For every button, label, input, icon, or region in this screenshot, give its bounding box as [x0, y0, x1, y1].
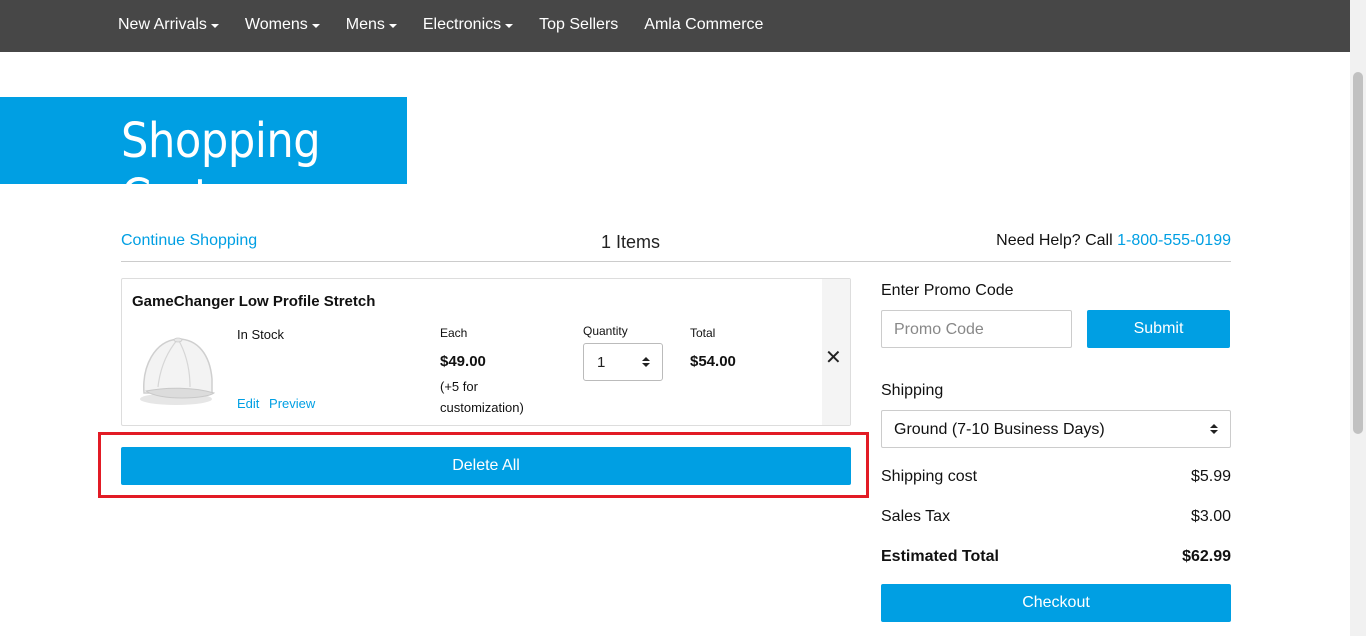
price-note: (+5 for customization) [440, 379, 524, 415]
nav-item-new-arrivals[interactable]: New Arrivals [118, 16, 219, 34]
estimated-total-label: Estimated Total [881, 548, 999, 565]
product-name: GameChanger Low Profile Stretch [132, 293, 376, 310]
help-prefix: Need Help? Call [996, 232, 1113, 249]
help-phone-link[interactable]: 1-800-555-0199 [1117, 232, 1231, 249]
each-label: Each [440, 326, 468, 340]
item-links: Edit Preview [237, 396, 321, 411]
sales-tax-label: Sales Tax [881, 508, 951, 525]
stock-status: In Stock [237, 327, 284, 342]
caret-down-icon [388, 23, 397, 28]
shipping-method-select[interactable]: Ground (7-10 Business Days) [881, 410, 1231, 448]
delete-all-button[interactable]: Delete All [121, 447, 851, 485]
nav-item-label: Womens [244, 16, 308, 33]
quantity-label: Quantity [583, 324, 628, 338]
scrollbar-thumb[interactable] [1353, 72, 1363, 434]
nav-item-label: Mens [345, 16, 385, 33]
nav-item-electronics[interactable]: Electronics [422, 16, 514, 34]
nav-item-label: New Arrivals [118, 16, 207, 33]
product-image[interactable] [136, 329, 220, 409]
promo-code-label: Enter Promo Code [881, 282, 1014, 299]
sales-tax-row: Sales Tax $3.00 [881, 508, 1231, 526]
nav-item-top-sellers[interactable]: Top Sellers [539, 16, 618, 34]
shipping-label: Shipping [881, 382, 944, 399]
nav-item-amla-commerce[interactable]: Amla Commerce [644, 16, 763, 34]
estimated-total-value: $62.99 [1182, 548, 1231, 565]
nav-item-label: Top Sellers [539, 16, 619, 33]
checkout-button[interactable]: Checkout [881, 584, 1231, 622]
preview-link[interactable]: Preview [269, 396, 315, 411]
item-total: $54.00 [690, 353, 736, 370]
cart-items-count: 1 Items [601, 232, 661, 252]
page-scrollbar[interactable] [1350, 0, 1366, 636]
continue-shopping-link[interactable]: Continue Shopping [121, 232, 257, 250]
shipping-option: Ground (7-10 Business Days) [894, 421, 1105, 438]
caret-down-icon [311, 23, 320, 28]
caret-down-icon [210, 23, 219, 28]
promo-submit-button[interactable]: Submit [1087, 310, 1230, 348]
remove-item-column: ✕ [822, 279, 850, 425]
estimated-total-row: Estimated Total $62.99 [881, 548, 1231, 566]
cart-item-card: GameChanger Low Profile Stretch In Stock… [121, 278, 851, 426]
select-arrows-icon [642, 357, 650, 367]
select-arrows-icon [1210, 424, 1218, 434]
sales-tax-value: $3.00 [1190, 508, 1231, 525]
shipping-cost-value: $5.99 [1190, 468, 1231, 485]
caret-down-icon [505, 23, 514, 28]
nav-item-womens[interactable]: Womens [245, 16, 320, 34]
edit-link[interactable]: Edit [237, 396, 259, 411]
page-title: Shopping Cart [121, 113, 321, 225]
nav-item-label: Amla Commerce [644, 16, 764, 33]
shipping-cost-label: Shipping cost [881, 468, 978, 485]
nav-item-mens[interactable]: Mens [346, 16, 397, 34]
close-icon[interactable]: ✕ [825, 345, 842, 370]
page-title-banner: Shopping Cart [0, 97, 407, 225]
each-price: $49.00 [440, 353, 486, 370]
quantity-select[interactable]: 1 [583, 343, 663, 381]
shipping-cost-row: Shipping cost $5.99 [881, 468, 1231, 486]
cart-header-bar: Continue Shopping 1 Items Need Help? Cal… [121, 230, 1231, 262]
help-text: Need Help? Call 1-800-555-0199 [996, 232, 1231, 250]
top-navigation-bar: New Arrivals Womens Mens Electronics Top… [0, 0, 1350, 52]
nav-menu: New Arrivals Womens Mens Electronics Top… [118, 16, 763, 34]
quantity-value: 1 [597, 354, 606, 371]
total-label: Total [690, 326, 716, 340]
promo-code-input[interactable]: Promo Code [881, 310, 1072, 348]
nav-item-label: Electronics [422, 16, 502, 33]
